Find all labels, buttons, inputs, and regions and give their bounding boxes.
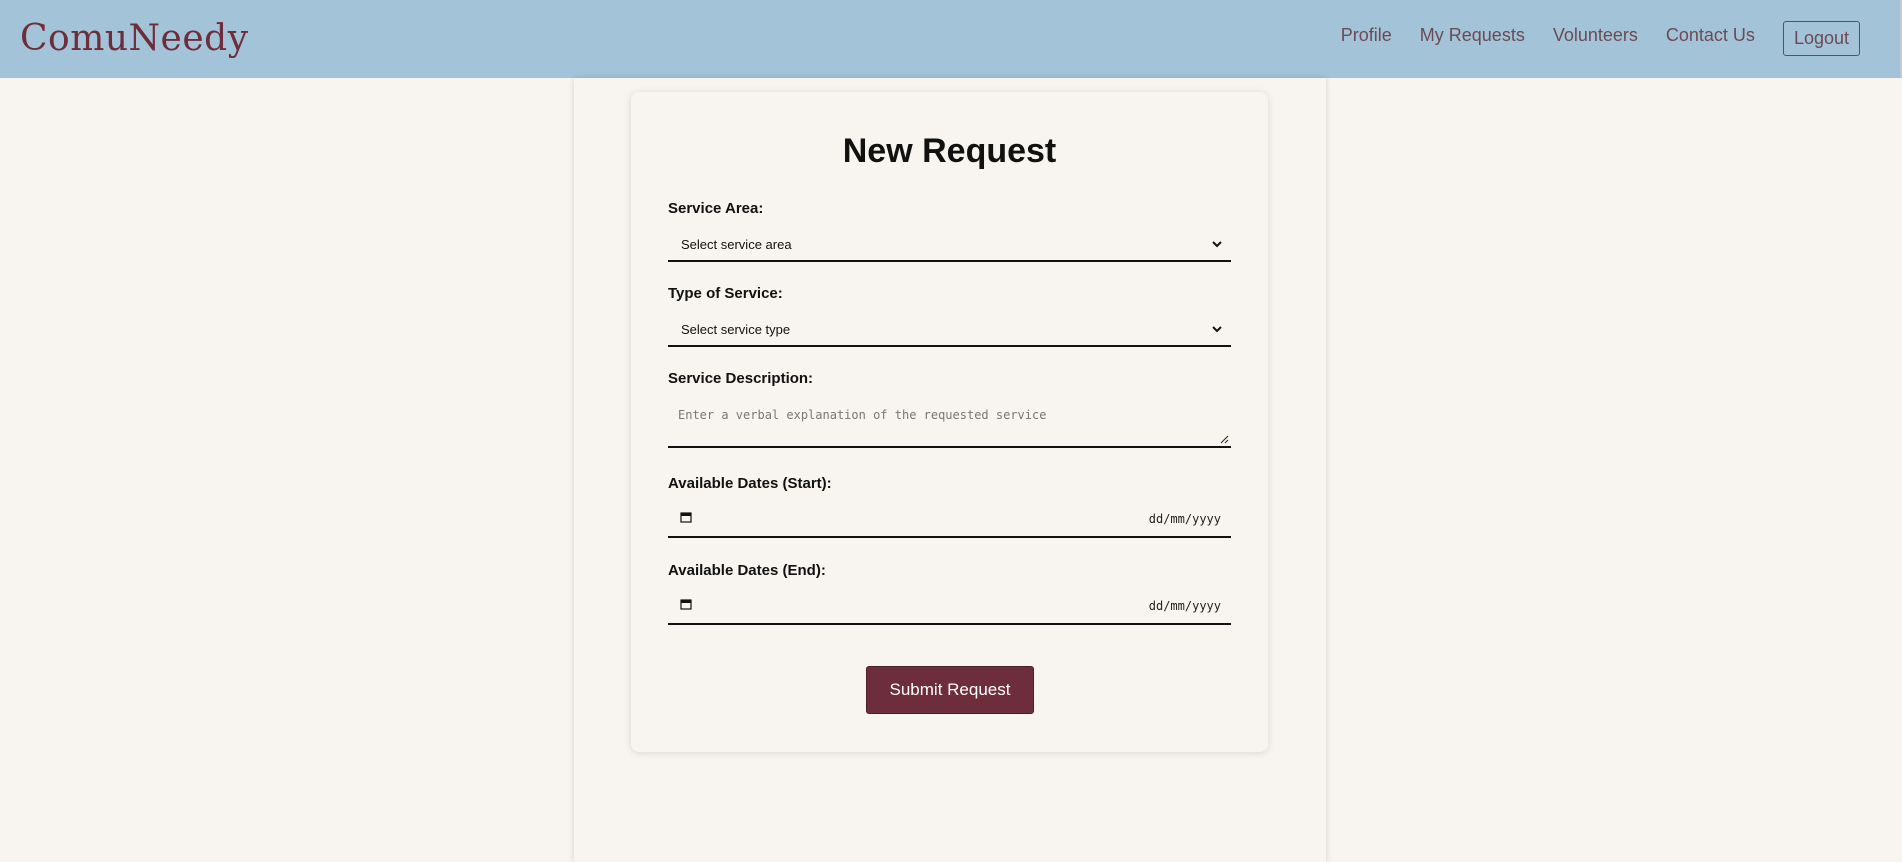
start-date-placeholder: dd/mm/yyyy — [1148, 512, 1221, 526]
page-title: New Request — [842, 132, 1057, 170]
nav-link-profile[interactable]: Profile — [1341, 25, 1392, 46]
end-date-label: Available Dates (End): — [668, 562, 826, 579]
calendar-icon[interactable] — [680, 598, 692, 610]
service-description-label: Service Description: — [668, 370, 814, 387]
service-description-textarea[interactable]: Enter a verbal explanation of the reques… — [668, 398, 1231, 448]
brand-logo[interactable]: ComuNeedy — [20, 18, 249, 59]
nav-links: Profile My Requests Volunteers Contact U… — [1341, 20, 1860, 56]
calendar-icon[interactable] — [680, 511, 692, 523]
start-date-label: Available Dates (Start): — [668, 475, 832, 492]
service-area-label: Service Area: — [668, 200, 764, 217]
top-navbar: ComuNeedy Profile My Requests Volunteers… — [0, 0, 1902, 78]
service-type-select[interactable]: Select service type — [668, 313, 1231, 347]
submit-request-button[interactable]: Submit Request — [866, 666, 1034, 714]
start-date-input[interactable]: dd/mm/yyyy — [668, 502, 1231, 538]
nav-link-my-requests[interactable]: My Requests — [1420, 25, 1525, 46]
chevron-down-icon — [1212, 241, 1222, 248]
logout-button[interactable]: Logout — [1782, 20, 1860, 56]
service-description-placeholder: Enter a verbal explanation of the reques… — [678, 408, 1047, 422]
new-request-card: New Request Service Area: Select service… — [631, 92, 1268, 752]
resize-handle-icon[interactable] — [1219, 434, 1229, 444]
chevron-down-icon — [1212, 326, 1222, 333]
nav-link-volunteers[interactable]: Volunteers — [1553, 25, 1638, 46]
service-type-label: Type of Service: — [668, 285, 783, 302]
service-type-value: Select service type — [681, 321, 791, 337]
service-area-value: Select service area — [681, 236, 792, 252]
service-area-select[interactable]: Select service area — [668, 228, 1231, 262]
end-date-placeholder: dd/mm/yyyy — [1148, 599, 1221, 613]
nav-link-contact-us[interactable]: Contact Us — [1666, 25, 1755, 46]
end-date-input[interactable]: dd/mm/yyyy — [668, 589, 1231, 625]
